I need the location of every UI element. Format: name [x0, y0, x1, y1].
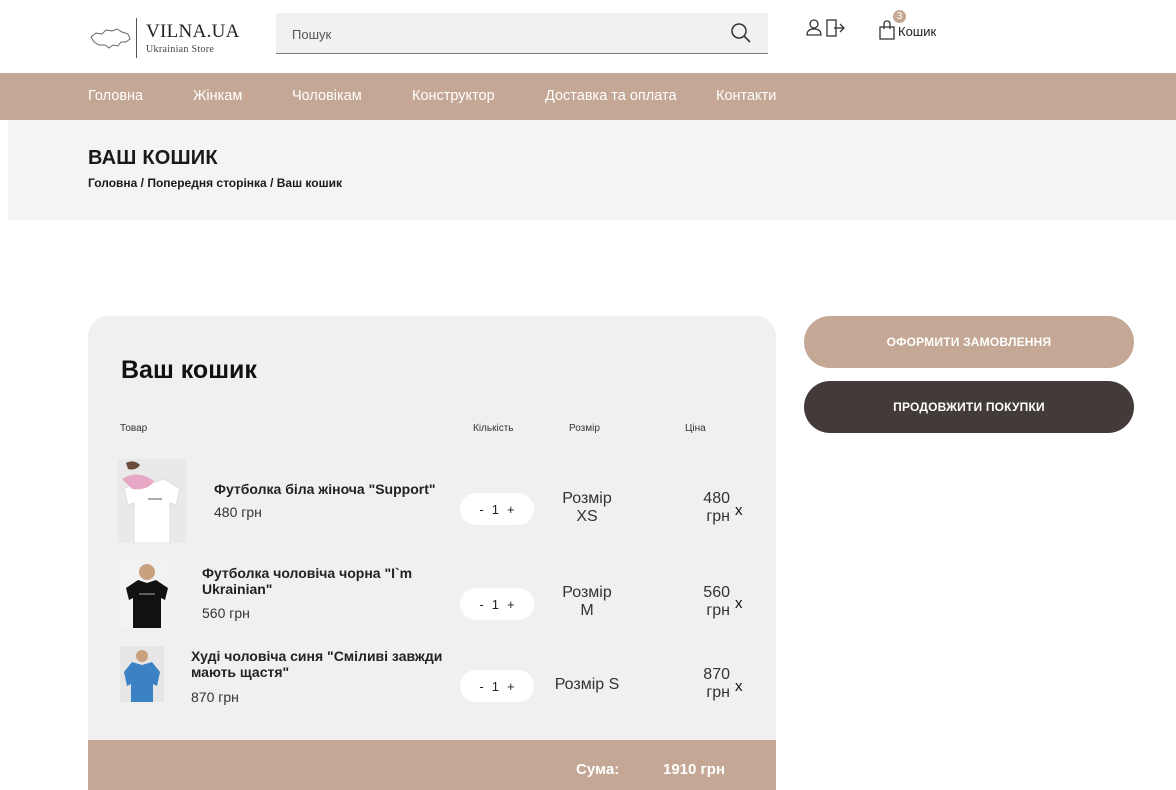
cart-total-bar: Сума: 1910 грн [88, 740, 776, 790]
cart-title: Ваш кошик [121, 356, 257, 384]
quantity-stepper: - 1 + [460, 588, 534, 620]
cart-count-badge: 3 [893, 10, 906, 23]
shopping-bag-icon [879, 20, 895, 40]
cart-row: Футболка чоловіча чорна "I`m Ukrainian" … [88, 560, 776, 630]
black-tshirt-photo-icon[interactable] [120, 560, 174, 628]
nav-item-women[interactable]: Жінкам [193, 88, 242, 104]
total-label: Сума: [576, 761, 620, 778]
quantity-stepper: - 1 + [460, 670, 534, 702]
search-input[interactable] [292, 23, 692, 45]
product-price: 560 грн [684, 584, 730, 620]
column-header-product: Товар [120, 423, 148, 434]
white-tshirt-photo-icon[interactable] [118, 459, 186, 543]
logo[interactable]: VILNA.UA Ukrainian Store [88, 16, 240, 60]
logo-subtitle: Ukrainian Store [146, 43, 215, 55]
size-value: XS [576, 508, 598, 525]
nav-item-constructor[interactable]: Конструктор [412, 88, 495, 104]
product-unit-price: 560 грн [202, 605, 250, 621]
column-header-quantity: Кількість [473, 423, 514, 434]
quantity-stepper: - 1 + [460, 493, 534, 525]
price-currency: грн [706, 602, 730, 619]
nav-item-home[interactable]: Головна [88, 88, 143, 104]
price-value: 480 [703, 490, 730, 507]
search-bar [276, 13, 768, 54]
cart-link[interactable]: Кошик [878, 16, 936, 40]
column-header-price: Ціна [685, 423, 706, 434]
quantity-value: 1 [491, 596, 499, 612]
price-currency: грн [706, 508, 730, 525]
main-nav: Головна Жінкам Чоловікам Конструктор Дос… [0, 73, 1176, 120]
ukraine-map-icon [90, 28, 131, 49]
price-currency: грн [706, 684, 730, 701]
nav-item-contacts[interactable]: Контакти [716, 88, 776, 104]
total-value: 1910 грн [663, 761, 726, 778]
quantity-increase-button[interactable]: + [507, 679, 515, 694]
breadcrumb[interactable]: Головна / Попередня сторінка / Ваш кошик [88, 176, 342, 190]
remove-item-button[interactable]: x [735, 502, 743, 519]
logout-icon[interactable] [826, 19, 845, 37]
quantity-decrease-button[interactable]: - [479, 679, 483, 694]
cart-row: Худі чоловіча синя "Сміливі завжди мають… [88, 646, 776, 706]
cart-panel: Ваш кошик Товар Кількість Розмір Ціна Фу… [88, 316, 776, 790]
blue-hoodie-photo-icon[interactable] [120, 646, 164, 702]
column-header-size: Розмір [569, 423, 600, 434]
logo-text: VILNA.UA Ukrainian Store [146, 20, 240, 55]
logo-divider [136, 18, 137, 58]
quantity-value: 1 [491, 501, 499, 517]
cart-row: Футболка біла жіноча "Support" 480 грн -… [88, 459, 776, 545]
site-header: VILNA.UA Ukrainian Store Кошик 3 [0, 0, 1176, 73]
product-name-line2[interactable]: мають щастя" [191, 664, 289, 680]
quantity-decrease-button[interactable]: - [479, 502, 483, 517]
product-name[interactable]: Футболка біла жіноча "Support" [214, 481, 436, 497]
user-icon[interactable] [806, 19, 822, 36]
cart-label: Кошик [898, 24, 937, 39]
quantity-decrease-button[interactable]: - [479, 597, 483, 612]
product-size: Розмір M [544, 584, 630, 620]
size-label: Розмір S [554, 676, 620, 693]
remove-item-button[interactable]: x [735, 595, 743, 612]
nav-item-men[interactable]: Чоловікам [292, 88, 362, 104]
search-icon[interactable] [730, 22, 752, 44]
logo-title: VILNA.UA [146, 20, 240, 42]
quantity-increase-button[interactable]: + [507, 597, 515, 612]
size-label: Розмір [562, 490, 612, 507]
page-header: ВАШ КОШИК Головна / Попередня сторінка /… [8, 120, 1176, 220]
size-label: Розмір [562, 584, 612, 601]
price-value: 870 [703, 666, 730, 683]
product-size: Розмір XS [544, 490, 630, 526]
price-value: 560 [703, 584, 730, 601]
remove-item-button[interactable]: x [735, 678, 743, 695]
continue-shopping-button[interactable]: ПРОДОВЖИТИ ПОКУПКИ [804, 381, 1134, 433]
product-size: Розмір S [544, 676, 630, 694]
quantity-increase-button[interactable]: + [507, 502, 515, 517]
product-unit-price: 870 грн [191, 689, 239, 705]
product-price: 870 грн [684, 666, 730, 702]
quantity-value: 1 [491, 678, 499, 694]
nav-item-delivery[interactable]: Доставка та оплата [545, 88, 677, 104]
page-title: ВАШ КОШИК [88, 147, 218, 169]
product-name-line1[interactable]: Футболка чоловіча чорна "I`m [202, 565, 412, 581]
checkout-button[interactable]: ОФОРМИТИ ЗАМОВЛЕННЯ [804, 316, 1134, 368]
product-name-line1[interactable]: Худі чоловіча синя "Сміливі завжди [191, 648, 442, 664]
product-unit-price: 480 грн [214, 504, 262, 520]
product-name-line2[interactable]: Ukrainian" [202, 581, 272, 597]
product-price: 480 грн [684, 490, 730, 526]
size-value: M [580, 602, 594, 619]
